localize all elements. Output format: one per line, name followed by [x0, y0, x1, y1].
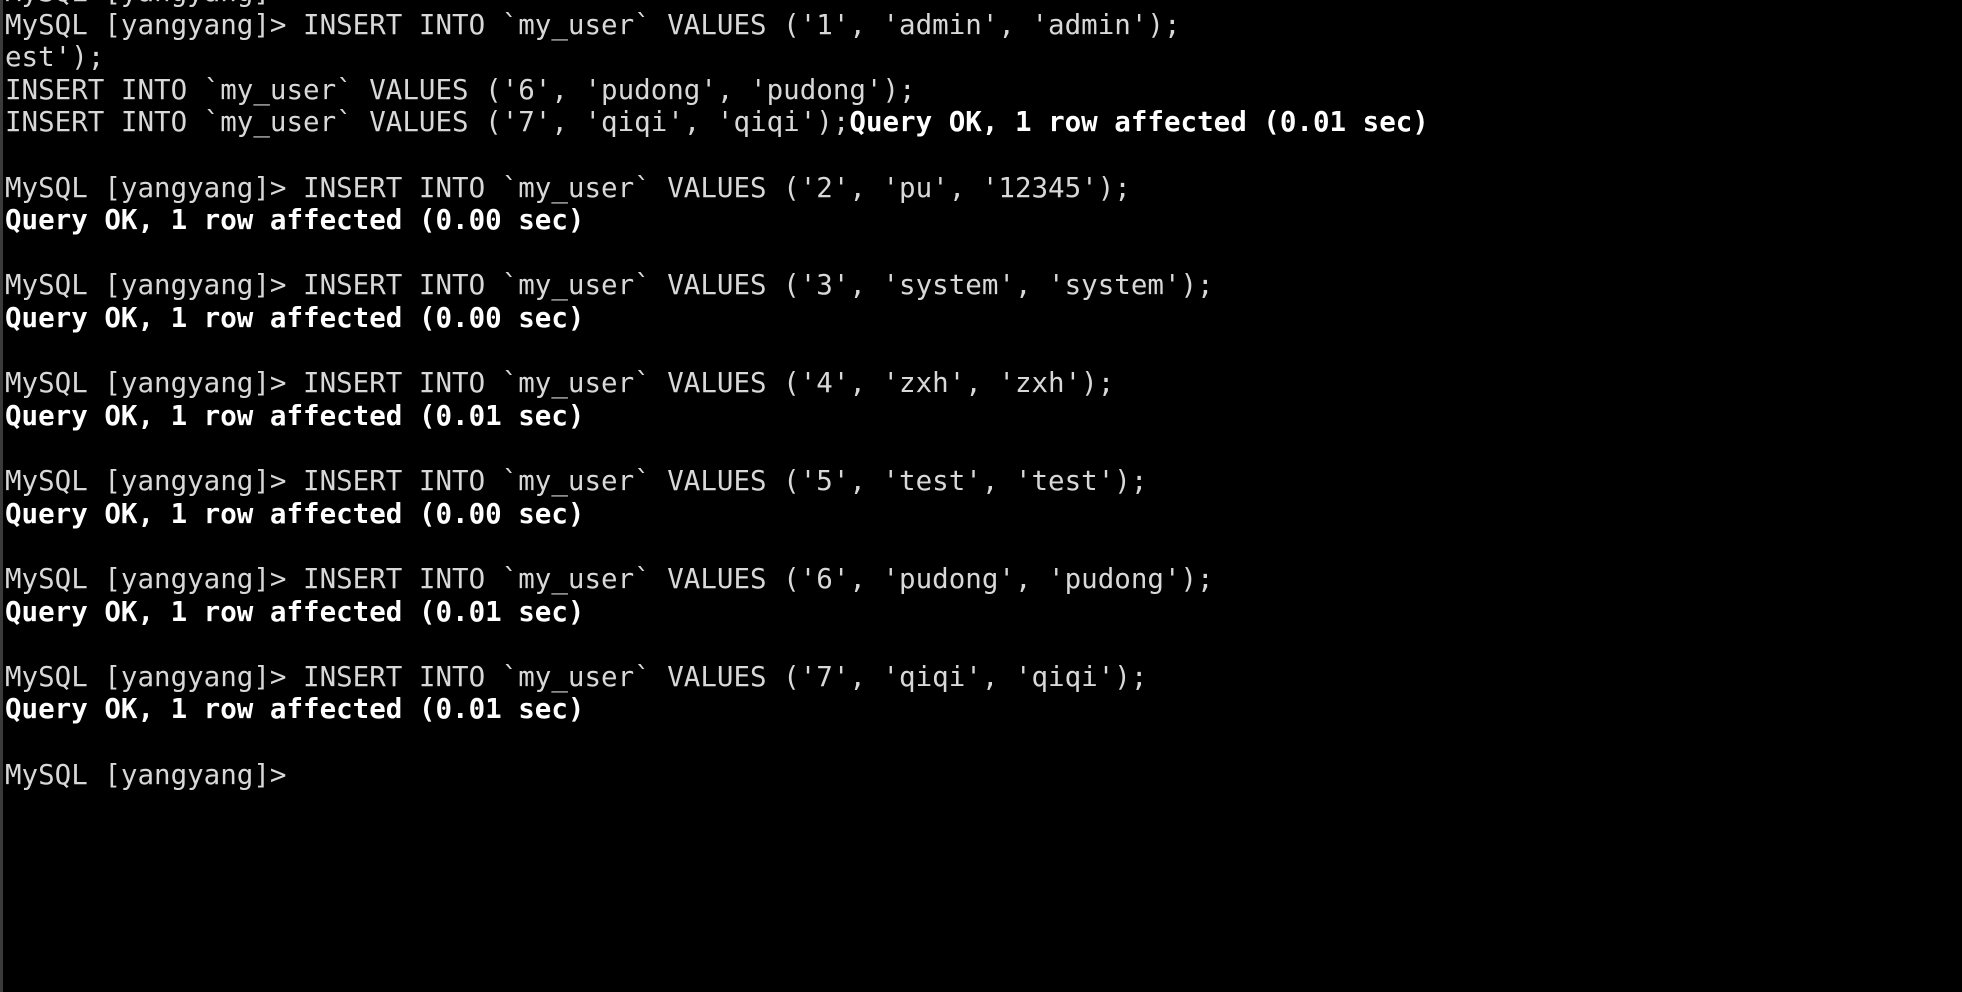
terminal-line-prompt-command: MySQL [yangyang]> INSERT INTO `my_user` … [5, 171, 1131, 204]
terminal-line-prompt-command: MySQL [yangyang]> INSERT INTO `my_user` … [5, 562, 1214, 595]
terminal-line-result: Query OK, 1 row affected (0.00 sec) [5, 302, 585, 335]
terminal-line-prompt-command: MySQL [yangyang]> INSERT INTO `my_user` … [5, 8, 1181, 41]
terminal-line-prompt-command: MySQL [yangyang]> INSERT INTO `my_user` … [5, 465, 1148, 498]
terminal-line-result: Query OK, 1 row affected (0.00 sec) [5, 497, 585, 530]
terminal-line-prompt-command: MySQL [yangyang]> INSERT INTO `my_user` … [5, 660, 1148, 693]
terminal-line-prompt-command: MySQL [yangyang]> INSERT INTO `my_user` … [5, 367, 1115, 400]
terminal-window[interactable]: MySQL [yangyang]>MySQL [yangyang]> INSER… [0, 0, 1962, 992]
terminal-line-command-continuation: INSERT INTO `my_user` VALUES ('6', 'pudo… [5, 73, 916, 106]
terminal-line-result-text: Query OK, 1 row affected (0.01 sec) [849, 106, 1429, 139]
terminal-line-command-continuation: est'); [5, 41, 105, 74]
terminal-line-prompt-command: MySQL [yangyang]> INSERT INTO `my_user` … [5, 269, 1214, 302]
terminal-line-prompt: MySQL [yangyang]> [5, 758, 287, 791]
terminal-line-result: Query OK, 1 row affected (0.01 sec) [5, 399, 585, 432]
terminal-line-prompt: MySQL [yangyang]> [5, 0, 1962, 9]
terminal-line-result: Query OK, 1 row affected (0.01 sec) [5, 595, 585, 628]
terminal-line-text: INSERT INTO `my_user` VALUES ('7', 'qiqi… [5, 106, 850, 139]
terminal-line-result: Query OK, 1 row affected (0.00 sec) [5, 204, 585, 237]
terminal-line-result: Query OK, 1 row affected (0.01 sec) [5, 693, 585, 726]
terminal-line-command-with-inline-result: INSERT INTO `my_user` VALUES ('7', 'qiqi… [5, 106, 1962, 139]
terminal-screen-buffer[interactable]: MySQL [yangyang]>MySQL [yangyang]> INSER… [3, 0, 1962, 791]
